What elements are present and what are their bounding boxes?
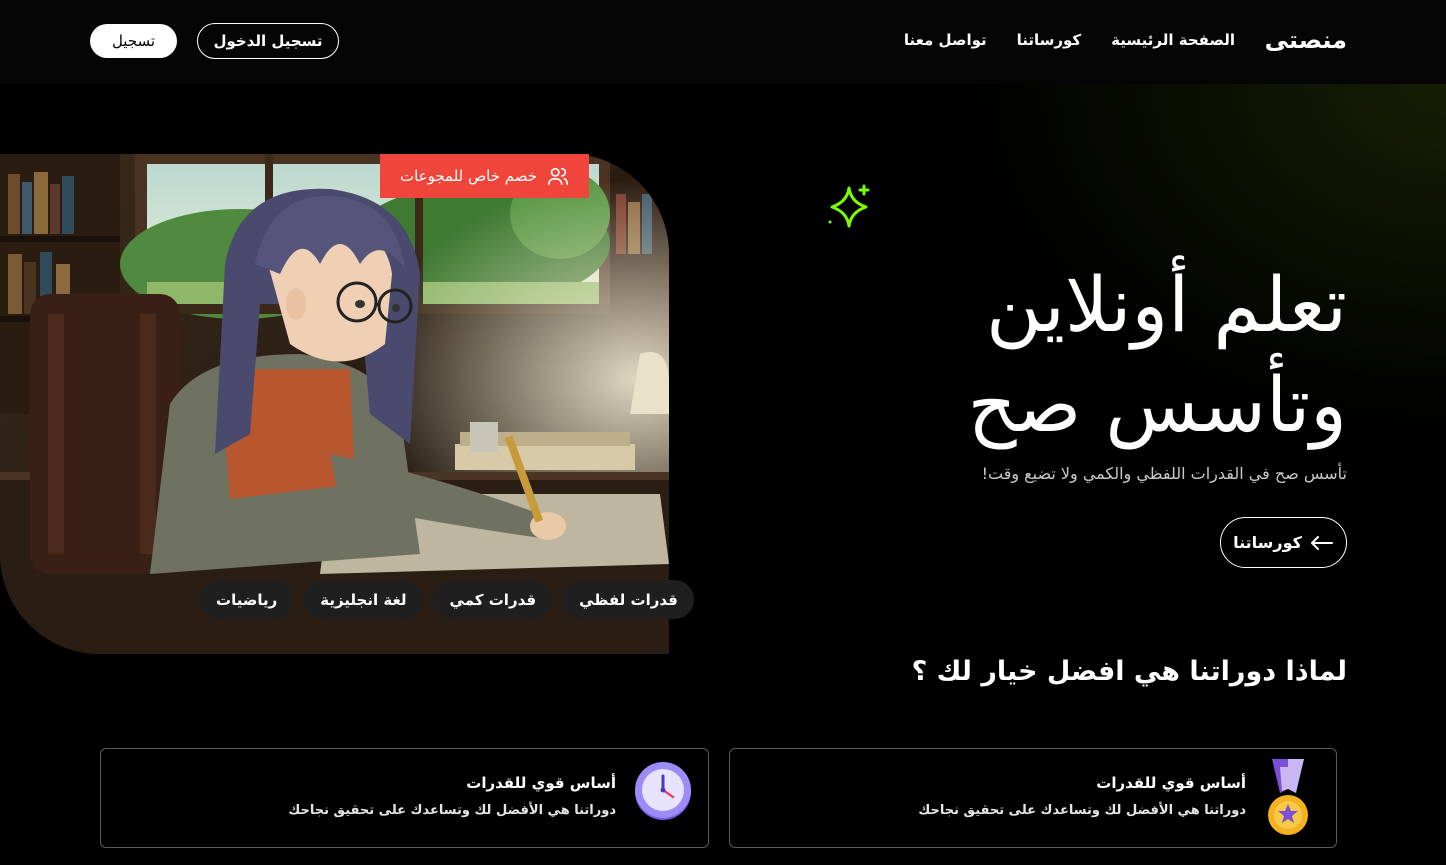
main-nav: الصفحة الرئيسية كورساتنا تواصل معنا xyxy=(904,31,1235,49)
hero-title: تعلم أونلاين وتأسس صح xyxy=(787,255,1347,455)
group-discount-label: خصم خاص للمجوعات xyxy=(399,167,538,185)
feature-card-title: أساس قوي للقدرات xyxy=(1096,774,1246,792)
feature-card-title: أساس قوي للقدرات xyxy=(466,774,616,792)
site-header: منصتى الصفحة الرئيسية كورساتنا تواصل معن… xyxy=(0,0,1446,84)
hero-illustration xyxy=(0,154,669,654)
hero-title-line2: وتأسس صح xyxy=(967,360,1347,449)
tag-quantitative[interactable]: قدرات كمي xyxy=(433,580,553,619)
login-button[interactable]: تسجيل الدخول xyxy=(197,23,339,59)
group-discount-badge: خصم خاص للمجوعات xyxy=(380,154,589,198)
users-icon xyxy=(548,167,569,186)
courses-button[interactable]: كورساتنا xyxy=(1220,517,1347,568)
why-section-title: لماذا دوراتنا هي افضل خيار لك ؟ xyxy=(911,656,1347,687)
nav-contact[interactable]: تواصل معنا xyxy=(904,31,987,49)
feature-card-desc: دوراتنا هي الأفضل لك وتساعدك على تحقيق ن… xyxy=(288,803,616,818)
hero-subtitle: تأسس صح في القدرات اللفظي والكمي ولا تضي… xyxy=(981,464,1347,483)
tag-verbal[interactable]: قدرات لفظي xyxy=(563,580,694,619)
signup-button[interactable]: تسجيل xyxy=(90,24,177,58)
clock-icon xyxy=(635,762,691,820)
arrow-left-icon xyxy=(1310,535,1333,550)
tag-english[interactable]: لغة انجليزية xyxy=(304,580,423,619)
medal-icon xyxy=(1268,759,1308,835)
studying-girl-illustration xyxy=(0,154,669,654)
feature-card-desc: دوراتنا هي الأفضل لك وتساعدك على تحقيق ن… xyxy=(918,803,1246,818)
courses-button-label: كورساتنا xyxy=(1233,533,1302,552)
brand-logo[interactable]: منصتى xyxy=(1265,26,1347,54)
tag-math[interactable]: رياضيات xyxy=(200,580,294,619)
feature-card: أساس قوي للقدرات دوراتنا هي الأفضل لك وت… xyxy=(100,748,709,848)
sparkle-icon xyxy=(828,184,870,228)
subject-tags: قدرات لفظي قدرات كمي لغة انجليزية رياضيا… xyxy=(200,580,694,619)
nav-home[interactable]: الصفحة الرئيسية xyxy=(1111,31,1235,49)
feature-card: أساس قوي للقدرات دوراتنا هي الأفضل لك وت… xyxy=(729,748,1337,848)
nav-courses[interactable]: كورساتنا xyxy=(1017,31,1082,49)
hero-title-line1: تعلم أونلاين xyxy=(985,260,1347,349)
